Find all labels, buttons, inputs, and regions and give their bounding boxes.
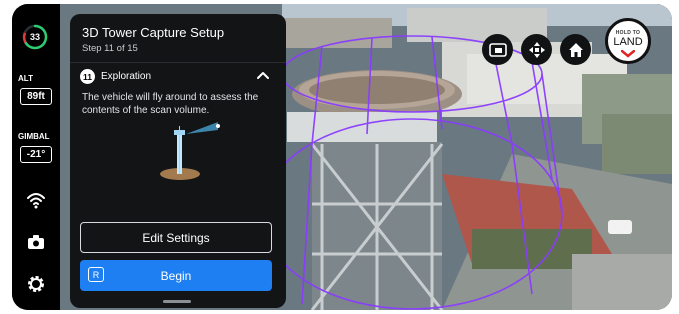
settings-gear-icon[interactable]	[26, 274, 46, 294]
wifi-icon[interactable]	[26, 190, 46, 210]
panel-drag-handle[interactable]	[163, 300, 191, 303]
gimbal-label: GIMBAL	[18, 132, 50, 141]
gimbal-value: -21°	[20, 146, 52, 163]
battery-percent: 33	[29, 32, 40, 42]
r-key-hint: R	[88, 267, 104, 282]
alt-label: ALT	[18, 74, 33, 83]
section-description: The vehicle will fly around to assess th…	[82, 92, 259, 116]
setup-panel: 3D Tower Capture Setup Step 11 of 15 11 …	[70, 14, 286, 308]
panel-title: 3D Tower Capture Setup	[82, 25, 225, 40]
edit-settings-label: Edit Settings	[142, 230, 210, 245]
camera-icon[interactable]	[26, 232, 46, 252]
hold-to-land-button[interactable]: HOLD TO LAND	[605, 18, 651, 64]
section-title[interactable]: Exploration	[101, 71, 151, 82]
begin-button[interactable]: R Begin	[80, 260, 272, 291]
panel-step: Step 11 of 15	[82, 43, 138, 54]
land-label: LAND	[613, 36, 643, 48]
telemetry-sidebar: 33 ALT 89ft GIMBAL -21°	[12, 4, 60, 310]
tower-scan-illustration	[160, 122, 220, 180]
home-button[interactable]	[560, 34, 591, 65]
panel-divider	[70, 62, 286, 63]
picture-in-picture-icon	[488, 42, 507, 57]
picture-in-picture-button[interactable]	[482, 34, 513, 65]
battery-indicator: 33	[22, 24, 48, 50]
home-icon	[568, 42, 583, 57]
begin-label: Begin	[160, 268, 192, 283]
land-chevron-icon	[621, 50, 635, 58]
dpad-icon	[528, 41, 545, 58]
edit-settings-button[interactable]: Edit Settings	[80, 222, 272, 253]
chevron-up-icon[interactable]	[256, 69, 270, 83]
section-number-badge: 11	[80, 69, 95, 84]
dpad-button[interactable]	[521, 34, 552, 65]
alt-value: 89ft	[20, 88, 52, 105]
app-frame: 33 ALT 89ft GIMBAL -21° 3D Tower Capture…	[12, 4, 672, 310]
